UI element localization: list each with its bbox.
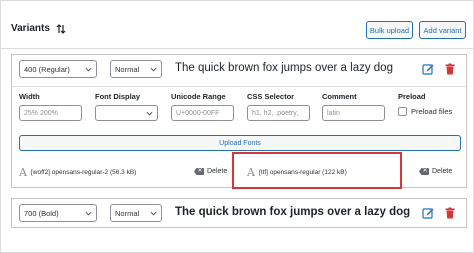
- trash-icon[interactable]: [444, 63, 456, 75]
- weight-select[interactable]: 700 (Bold): [19, 204, 97, 222]
- sort-arrows-icon[interactable]: [56, 23, 66, 34]
- font-file-icon: A: [19, 166, 27, 179]
- delete-file-button[interactable]: ✕ Delete: [194, 168, 227, 175]
- font-preview-text: The quick brown fox jumps over a lazy do…: [175, 62, 393, 74]
- trash-icon[interactable]: [444, 207, 456, 219]
- edit-icon[interactable]: [422, 63, 434, 75]
- chevron-down-icon: [150, 67, 157, 72]
- comment-label: Comment: [322, 92, 357, 101]
- font-preview-text: The quick brown fox jumps over a lazy do…: [175, 206, 411, 218]
- font-file-name: [woff2] opensans-regular-2 (56.3 kB): [30, 169, 137, 176]
- preload-checkbox-label[interactable]: Preload files: [411, 107, 452, 116]
- variant-row: 700 (Bold) Normal The quick brown fox ju…: [11, 198, 467, 228]
- style-select-value: Normal: [115, 64, 140, 74]
- css-selector-placeholder: h1, h2, .poetry,: [252, 109, 299, 117]
- chevron-down-icon: [85, 67, 92, 72]
- style-select-value: Normal: [115, 208, 140, 218]
- style-select[interactable]: Normal: [110, 60, 162, 78]
- variant-divider: [12, 86, 466, 87]
- weight-select-value: 700 (Bold): [24, 208, 59, 218]
- width-input-placeholder: 25% 200%: [24, 109, 58, 117]
- unicode-range-input[interactable]: U+0000-00FF: [171, 105, 234, 121]
- font-display-select[interactable]: [95, 105, 158, 121]
- weight-select[interactable]: 400 (Regular): [19, 60, 97, 78]
- comment-input[interactable]: latin: [322, 105, 385, 121]
- page-title: Variants: [11, 23, 50, 34]
- upload-fonts-button[interactable]: Upload Fonts: [19, 135, 461, 151]
- preload-label: Preload: [398, 92, 426, 101]
- highlight-annotation: [232, 152, 402, 189]
- unicode-range-label: Unicode Range: [171, 92, 226, 101]
- edit-icon[interactable]: [422, 207, 434, 219]
- css-selector-input[interactable]: h1, h2, .poetry,: [247, 105, 310, 121]
- css-selector-label: CSS Selector: [247, 92, 295, 101]
- delete-label: Delete: [432, 168, 453, 175]
- delete-backspace-icon: ✕: [419, 168, 429, 175]
- font-display-label: Font Display: [95, 92, 141, 101]
- comment-placeholder: latin: [327, 109, 340, 117]
- header-divider: [1, 48, 473, 49]
- delete-backspace-icon: ✕: [194, 168, 204, 175]
- font-file-item: A [woff2] opensans-regular-2 (56.3 kB): [19, 166, 136, 179]
- chevron-down-icon: [146, 111, 153, 116]
- width-input[interactable]: 25% 200%: [19, 105, 82, 121]
- chevron-down-icon: [85, 211, 92, 216]
- variants-header: Variants: [11, 23, 66, 34]
- chevron-down-icon: [150, 211, 157, 216]
- delete-file-button[interactable]: ✕ Delete: [419, 168, 452, 175]
- variants-panel: Variants Bulk upload Add variant 400 (Re…: [0, 0, 474, 253]
- delete-label: Delete: [207, 168, 228, 175]
- preload-checkbox[interactable]: [398, 107, 407, 116]
- unicode-range-placeholder: U+0000-00FF: [176, 109, 220, 117]
- bulk-upload-button[interactable]: Bulk upload: [366, 21, 413, 39]
- style-select[interactable]: Normal: [110, 204, 162, 222]
- weight-select-value: 400 (Regular): [24, 64, 70, 74]
- add-variant-button[interactable]: Add variant: [419, 21, 466, 39]
- width-label: Width: [19, 92, 40, 101]
